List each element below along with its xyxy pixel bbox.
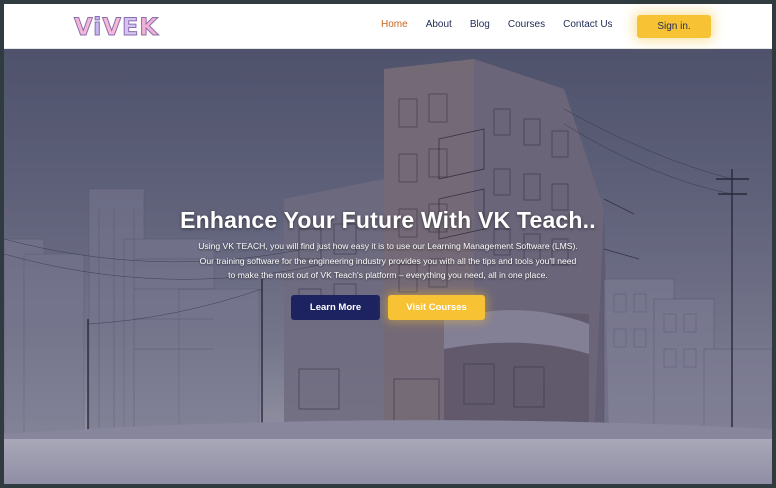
- top-navbar: ViVEK Home About Blog Courses Contact Us…: [4, 4, 772, 49]
- nav-item-courses[interactable]: Courses: [508, 19, 545, 30]
- logo-letter: i: [93, 13, 103, 42]
- hero-description: Using VK TEACH, you will find just how e…: [184, 239, 592, 283]
- page-frame: ViVEK Home About Blog Courses Contact Us…: [4, 4, 772, 484]
- sign-in-button[interactable]: Sign in.: [637, 15, 711, 38]
- hero-bottom-street: [4, 439, 772, 484]
- learn-more-button[interactable]: Learn More: [291, 295, 380, 320]
- logo-letter: V: [73, 13, 94, 42]
- nav-links: Home About Blog Courses Contact Us: [381, 19, 613, 30]
- hero-title: Enhance Your Future With VK Teach..: [180, 207, 596, 233]
- nav-item-contact[interactable]: Contact Us: [563, 19, 612, 30]
- logo-letter: E: [121, 13, 140, 42]
- nav-item-about[interactable]: About: [426, 19, 452, 30]
- logo-letter: K: [139, 13, 159, 42]
- hero-description-line: Using VK TEACH, you will find just how e…: [198, 241, 578, 251]
- hero-description-line: Our training software for the engineerin…: [199, 255, 577, 266]
- brand-logo[interactable]: ViVEK: [73, 12, 159, 42]
- hero-description-line: to make the most out of VK Teach's platf…: [228, 270, 548, 280]
- logo-letter: V: [102, 13, 122, 42]
- hero-section: Enhance Your Future With VK Teach.. Usin…: [4, 49, 772, 439]
- nav-item-blog[interactable]: Blog: [470, 19, 490, 30]
- nav-item-home[interactable]: Home: [381, 19, 408, 30]
- visit-courses-button[interactable]: Visit Courses: [388, 295, 485, 320]
